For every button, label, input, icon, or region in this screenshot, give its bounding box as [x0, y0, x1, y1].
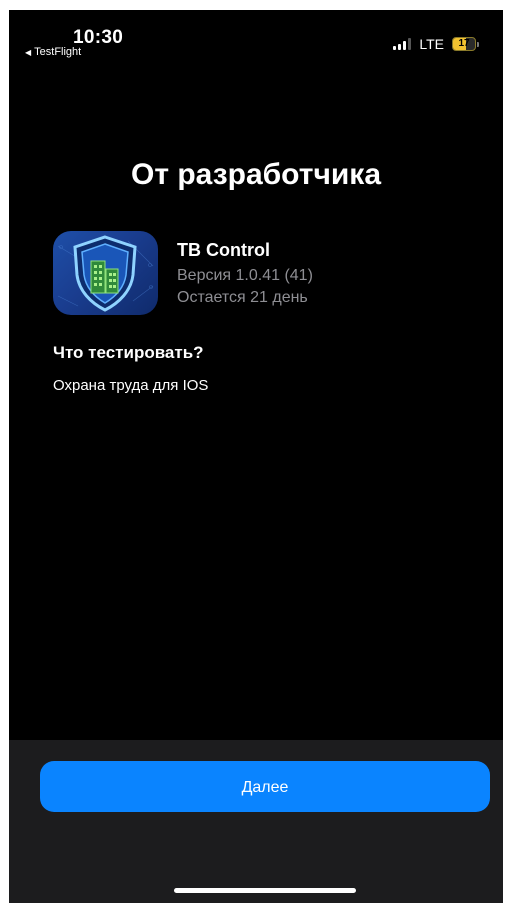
page-title: От разработчика	[130, 158, 382, 191]
back-app-label: TestFlight	[34, 46, 82, 58]
shield-building-icon	[57, 235, 154, 312]
battery-icon: 17	[452, 37, 479, 51]
home-indicator[interactable]	[174, 888, 356, 893]
app-expiration: Остается 21 день	[177, 289, 308, 306]
app-icon	[53, 231, 158, 315]
app-version: Версия 1.0.41 (41)	[177, 267, 313, 284]
cellular-signal-icon	[393, 38, 412, 50]
back-to-testflight-link[interactable]: ◀ TestFlight	[25, 46, 81, 58]
battery-level: 17	[458, 38, 470, 49]
back-arrow-icon: ◀	[25, 47, 32, 57]
status-bar: 10:30 ◀ TestFlight LTE 17	[9, 10, 503, 60]
phone-screen: 10:30 ◀ TestFlight LTE 17 От разработчик…	[9, 10, 503, 903]
what-to-test-heading: Что тестировать?	[53, 343, 204, 362]
status-indicators: LTE 17	[393, 36, 479, 52]
network-type: LTE	[419, 36, 444, 52]
next-button[interactable]: Далее	[40, 761, 490, 812]
what-to-test-text: Охрана труда для IOS	[53, 377, 209, 394]
app-name: TB Control	[177, 240, 270, 260]
